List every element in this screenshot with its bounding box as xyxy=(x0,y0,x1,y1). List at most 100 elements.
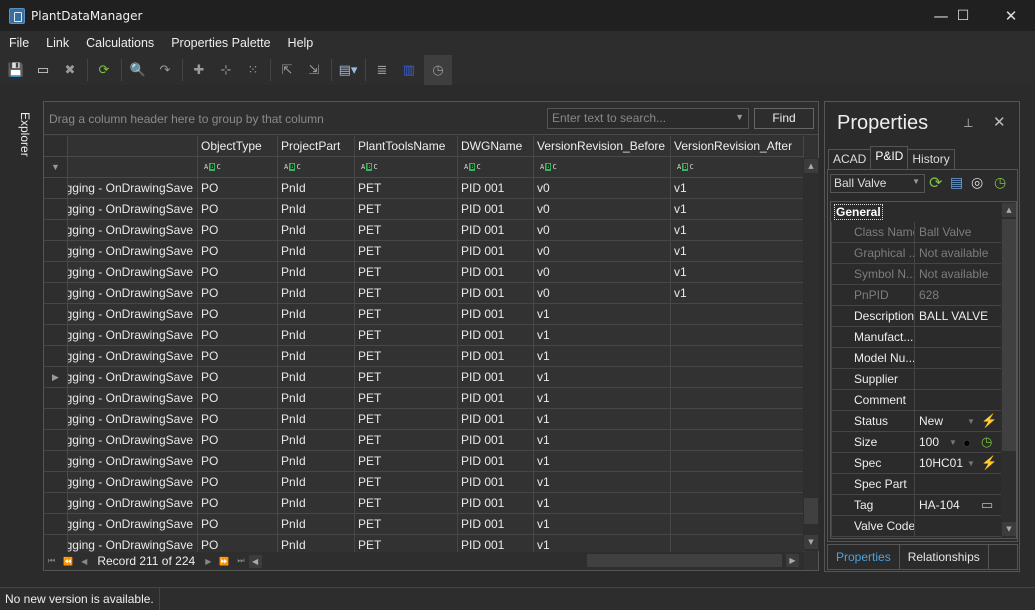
table-cell[interactable]: PO xyxy=(198,409,278,429)
table-cell[interactable]: PO xyxy=(198,325,278,345)
table-cell[interactable]: PID 001 xyxy=(458,409,534,429)
table-cell[interactable]: PO xyxy=(198,430,278,450)
save-button[interactable]: 💾 xyxy=(4,58,28,82)
table-cell[interactable]: PET xyxy=(355,220,458,240)
table-cell[interactable]: Logging - OnDrawingSave xyxy=(68,514,198,534)
menu-file[interactable]: File xyxy=(0,36,37,50)
scroll-thumb[interactable] xyxy=(1002,219,1016,451)
property-value[interactable] xyxy=(915,348,999,368)
chevron-down-icon[interactable]: ▼ xyxy=(949,438,957,447)
category-general[interactable]: General xyxy=(831,202,1016,222)
explorer-tab[interactable]: Explorer xyxy=(18,112,32,157)
table-cell[interactable]: PnId xyxy=(278,304,355,324)
table-row[interactable]: Logging - OnDrawingSavePOPnIdPETPID 001v… xyxy=(44,241,804,262)
table-cell[interactable]: v1 xyxy=(534,472,671,492)
property-value[interactable] xyxy=(915,474,999,494)
horizontal-scroll-thumb[interactable] xyxy=(587,554,782,567)
table-cell[interactable]: PID 001 xyxy=(458,451,534,471)
scroll-thumb[interactable] xyxy=(804,498,818,524)
table-view-button[interactable]: ▤▾ xyxy=(336,58,360,82)
row-indicator[interactable] xyxy=(44,178,68,198)
property-row[interactable]: Graphical ... Not available xyxy=(831,243,1016,264)
replace-button[interactable]: ↷ xyxy=(153,58,177,82)
table-cell[interactable]: v1 xyxy=(534,388,671,408)
table-cell[interactable]: v1 xyxy=(671,178,804,198)
table-row[interactable]: ▶Logging - OnDrawingSavePOPnIdPETPID 001… xyxy=(44,367,804,388)
scroll-down-icon[interactable]: ▼ xyxy=(804,535,818,549)
table-cell[interactable]: Logging - OnDrawingSave xyxy=(68,430,198,450)
table-cell[interactable] xyxy=(671,346,804,366)
filter-cell[interactable]: ABC xyxy=(355,157,458,177)
table-cell[interactable]: PET xyxy=(355,451,458,471)
property-row[interactable]: Manufact... xyxy=(831,327,1016,348)
maximize-button[interactable]: ☐ xyxy=(940,0,986,31)
table-cell[interactable]: Logging - OnDrawingSave xyxy=(68,262,198,282)
table-cell[interactable]: PID 001 xyxy=(458,346,534,366)
table-cell[interactable]: PET xyxy=(355,262,458,282)
row-indicator[interactable] xyxy=(44,388,68,408)
table-cell[interactable]: v1 xyxy=(671,199,804,219)
scroll-up-icon[interactable]: ▲ xyxy=(1002,203,1016,217)
filter-cell[interactable] xyxy=(68,157,198,177)
vertical-scrollbar[interactable]: ▲ ▼ xyxy=(803,158,819,551)
table-cell[interactable]: PID 001 xyxy=(458,262,534,282)
table-row[interactable]: Logging - OnDrawingSavePOPnIdPETPID 001v… xyxy=(44,220,804,241)
table-cell[interactable]: PO xyxy=(198,262,278,282)
column-header[interactable]: ProjectPart xyxy=(278,136,355,156)
property-row[interactable]: PnPID 628 xyxy=(831,285,1016,306)
table-cell[interactable]: PnId xyxy=(278,283,355,303)
window-icon[interactable]: ▭ xyxy=(981,497,993,513)
property-row[interactable]: Description BALL VALVE xyxy=(831,306,1016,327)
search-input[interactable]: Enter text to search... ▼ xyxy=(547,108,749,129)
table-cell[interactable]: PO xyxy=(198,451,278,471)
table-cell[interactable]: PnId xyxy=(278,514,355,534)
table-cell[interactable]: PET xyxy=(355,472,458,492)
split-button[interactable]: ⁙ xyxy=(241,58,265,82)
table-cell[interactable]: PO xyxy=(198,304,278,324)
table-cell[interactable]: PET xyxy=(355,199,458,219)
table-cell[interactable]: Logging - OnDrawingSave xyxy=(68,388,198,408)
table-cell[interactable]: v1 xyxy=(534,493,671,513)
table-cell[interactable]: v0 xyxy=(534,283,671,303)
import-button[interactable]: ⇲ xyxy=(302,58,326,82)
table-cell[interactable]: PnId xyxy=(278,451,355,471)
lightning-icon[interactable]: ⚡ xyxy=(981,455,997,471)
row-indicator[interactable] xyxy=(44,199,68,219)
table-cell[interactable] xyxy=(671,451,804,471)
table-cell[interactable]: PET xyxy=(355,346,458,366)
close-document-button[interactable]: ▭ xyxy=(31,58,55,82)
property-row[interactable]: Tag HA-104 ▭ xyxy=(831,495,1016,516)
column-header[interactable]: DWGName xyxy=(458,136,534,156)
table-cell[interactable]: PET xyxy=(355,325,458,345)
table-cell[interactable]: PnId xyxy=(278,493,355,513)
property-value[interactable]: New ▼ ⚡ xyxy=(915,411,999,431)
table-cell[interactable]: PET xyxy=(355,178,458,198)
table-cell[interactable]: PID 001 xyxy=(458,472,534,492)
row-indicator[interactable] xyxy=(44,451,68,471)
table-cell[interactable]: PET xyxy=(355,409,458,429)
filter-cell[interactable]: ABC xyxy=(671,157,804,177)
table-cell[interactable]: PID 001 xyxy=(458,388,534,408)
table-cell[interactable]: v1 xyxy=(534,430,671,450)
table-cell[interactable]: v1 xyxy=(534,325,671,345)
row-indicator[interactable] xyxy=(44,304,68,324)
person-icon[interactable]: ● xyxy=(963,435,971,450)
table-cell[interactable]: v1 xyxy=(671,262,804,282)
table-cell[interactable] xyxy=(671,388,804,408)
add-button[interactable]: ✚ xyxy=(187,58,211,82)
table-row[interactable]: Logging - OnDrawingSavePOPnIdPETPID 001v… xyxy=(44,346,804,367)
row-indicator[interactable] xyxy=(44,220,68,240)
table-cell[interactable]: Logging - OnDrawingSave xyxy=(68,451,198,471)
last-record-icon[interactable]: ⏭ xyxy=(233,556,248,566)
table-row[interactable]: Logging - OnDrawingSavePOPnIdPETPID 001v… xyxy=(44,325,804,346)
filter-cell[interactable]: ABC xyxy=(458,157,534,177)
table-cell[interactable] xyxy=(671,514,804,534)
lightning-icon[interactable]: ⚡ xyxy=(981,413,997,429)
table-cell[interactable]: Logging - OnDrawingSave xyxy=(68,346,198,366)
table-cell[interactable]: PO xyxy=(198,367,278,387)
row-indicator[interactable] xyxy=(44,283,68,303)
property-row[interactable]: Symbol N... Not available xyxy=(831,264,1016,285)
table-cell[interactable]: v1 xyxy=(671,220,804,240)
menu-calculations[interactable]: Calculations xyxy=(77,36,162,50)
table-row[interactable]: Logging - OnDrawingSavePOPnIdPETPID 001v… xyxy=(44,283,804,304)
